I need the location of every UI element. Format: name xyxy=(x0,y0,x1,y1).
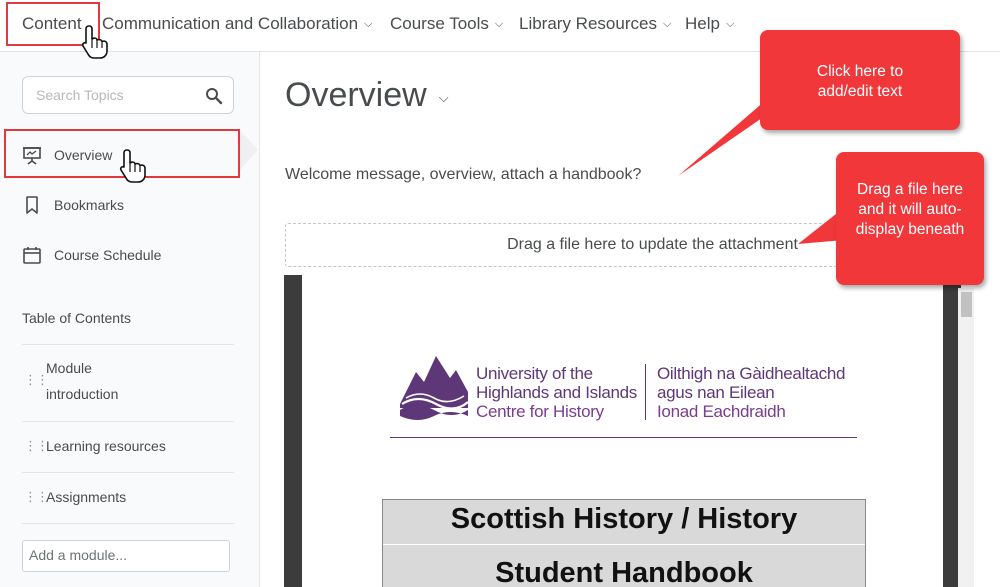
logo-english-text: University of the Highlands and Islands … xyxy=(476,364,637,421)
search-icon[interactable] xyxy=(205,87,223,105)
module-label: Assignments xyxy=(46,489,127,505)
nav-communication-label: Communication and Collaboration xyxy=(102,14,359,33)
logo-gd-line: agus nan Eilean xyxy=(657,383,775,402)
chevron-down-icon: ⌵ xyxy=(494,17,504,30)
logo-en-line: Centre for History xyxy=(476,402,604,421)
nav-course-tools[interactable]: Course Tools ⌵ xyxy=(390,14,503,34)
chevron-down-icon[interactable]: ⌵ xyxy=(439,90,449,106)
drag-handle-icon[interactable]: ⋮⋮ xyxy=(24,484,49,510)
callout-text: Click here to add/edit text xyxy=(816,63,904,100)
nav-library-resources-label: Library Resources xyxy=(519,14,657,33)
sidebar-item-bookmarks[interactable]: Bookmarks xyxy=(22,195,124,215)
active-item-pointer xyxy=(238,128,258,172)
university-logo-icon xyxy=(400,356,469,420)
module-item-introduction[interactable]: ⋮⋮ Module introduction xyxy=(22,355,234,411)
bookmark-icon xyxy=(26,196,38,214)
dropzone-text: Drag a file here to update the attachmen… xyxy=(507,236,798,253)
hand-cursor-icon xyxy=(81,25,108,59)
drag-handle-icon[interactable]: ⋮⋮ xyxy=(24,367,49,393)
logo-gd-line: Oilthigh na Gàidhealtachd xyxy=(657,364,846,383)
chevron-down-icon: ⌵ xyxy=(364,17,373,30)
nav-library-resources[interactable]: Library Resources ⌵ xyxy=(519,14,671,34)
nav-help-label: Help xyxy=(685,14,720,33)
callout-text: Drag a file here and it will auto-displa… xyxy=(855,181,965,238)
module-item-assignments[interactable]: ⋮⋮ Assignments xyxy=(22,484,234,510)
divider xyxy=(22,523,234,524)
overview-description[interactable]: Welcome message, overview, attach a hand… xyxy=(285,166,641,184)
logo-separator xyxy=(645,364,646,420)
nav-communication[interactable]: Communication and Collaboration ⌵ xyxy=(102,14,372,34)
handbook-heading-line: Scottish History / History xyxy=(450,503,798,535)
calendar-icon xyxy=(23,247,41,264)
logo-gd-line: Ionad Eachdraidh xyxy=(657,402,786,421)
module-label: introduction xyxy=(46,386,119,402)
handbook-title-box: Scottish History / History Student Handb… xyxy=(382,499,866,587)
module-item-learning-resources[interactable]: ⋮⋮ Learning resources xyxy=(22,433,234,459)
module-label: Learning resources xyxy=(46,438,166,454)
add-module-input[interactable]: Add a module... xyxy=(22,540,230,572)
callout-edit-text: Click here to add/edit text xyxy=(760,30,960,130)
handbook-heading-line: Student Handbook xyxy=(495,557,753,587)
divider xyxy=(22,344,234,345)
logo-gaelic-text: Oilthigh na Gàidhealtachd agus nan Eilea… xyxy=(657,364,845,421)
divider xyxy=(22,421,234,422)
hand-cursor-icon xyxy=(119,149,146,183)
callout-drag-file: Drag a file here and it will auto-displa… xyxy=(836,152,984,285)
sidebar-item-label: Course Schedule xyxy=(54,247,162,263)
search-input[interactable]: Search Topics xyxy=(22,76,234,114)
search-placeholder: Search Topics xyxy=(36,87,124,103)
chevron-down-icon: ⌵ xyxy=(725,17,735,30)
logo-en-line: Highlands and Islands xyxy=(476,383,637,402)
scrollbar[interactable] xyxy=(958,288,974,587)
drag-handle-icon[interactable]: ⋮⋮ xyxy=(24,433,49,459)
sidebar-item-label: Bookmarks xyxy=(54,197,125,213)
table-of-contents-heading: Table of Contents xyxy=(22,310,131,326)
divider xyxy=(22,472,234,473)
module-label: Module xyxy=(46,360,92,376)
chevron-down-icon: ⌵ xyxy=(662,17,672,30)
nav-course-tools-label: Course Tools xyxy=(390,14,489,33)
sidebar-item-course-schedule[interactable]: Course Schedule xyxy=(22,245,161,265)
page-title-text: Overview xyxy=(285,76,427,114)
scrollbar-thumb[interactable] xyxy=(961,292,972,317)
handbook-row-divider xyxy=(383,544,865,545)
page-title[interactable]: Overview ⌵ xyxy=(285,76,449,115)
logo-en-line: University of the xyxy=(476,364,593,383)
document-rule xyxy=(390,437,857,438)
nav-help[interactable]: Help ⌵ xyxy=(685,14,734,34)
file-dropzone[interactable]: Drag a file here to update the attachmen… xyxy=(285,223,870,267)
